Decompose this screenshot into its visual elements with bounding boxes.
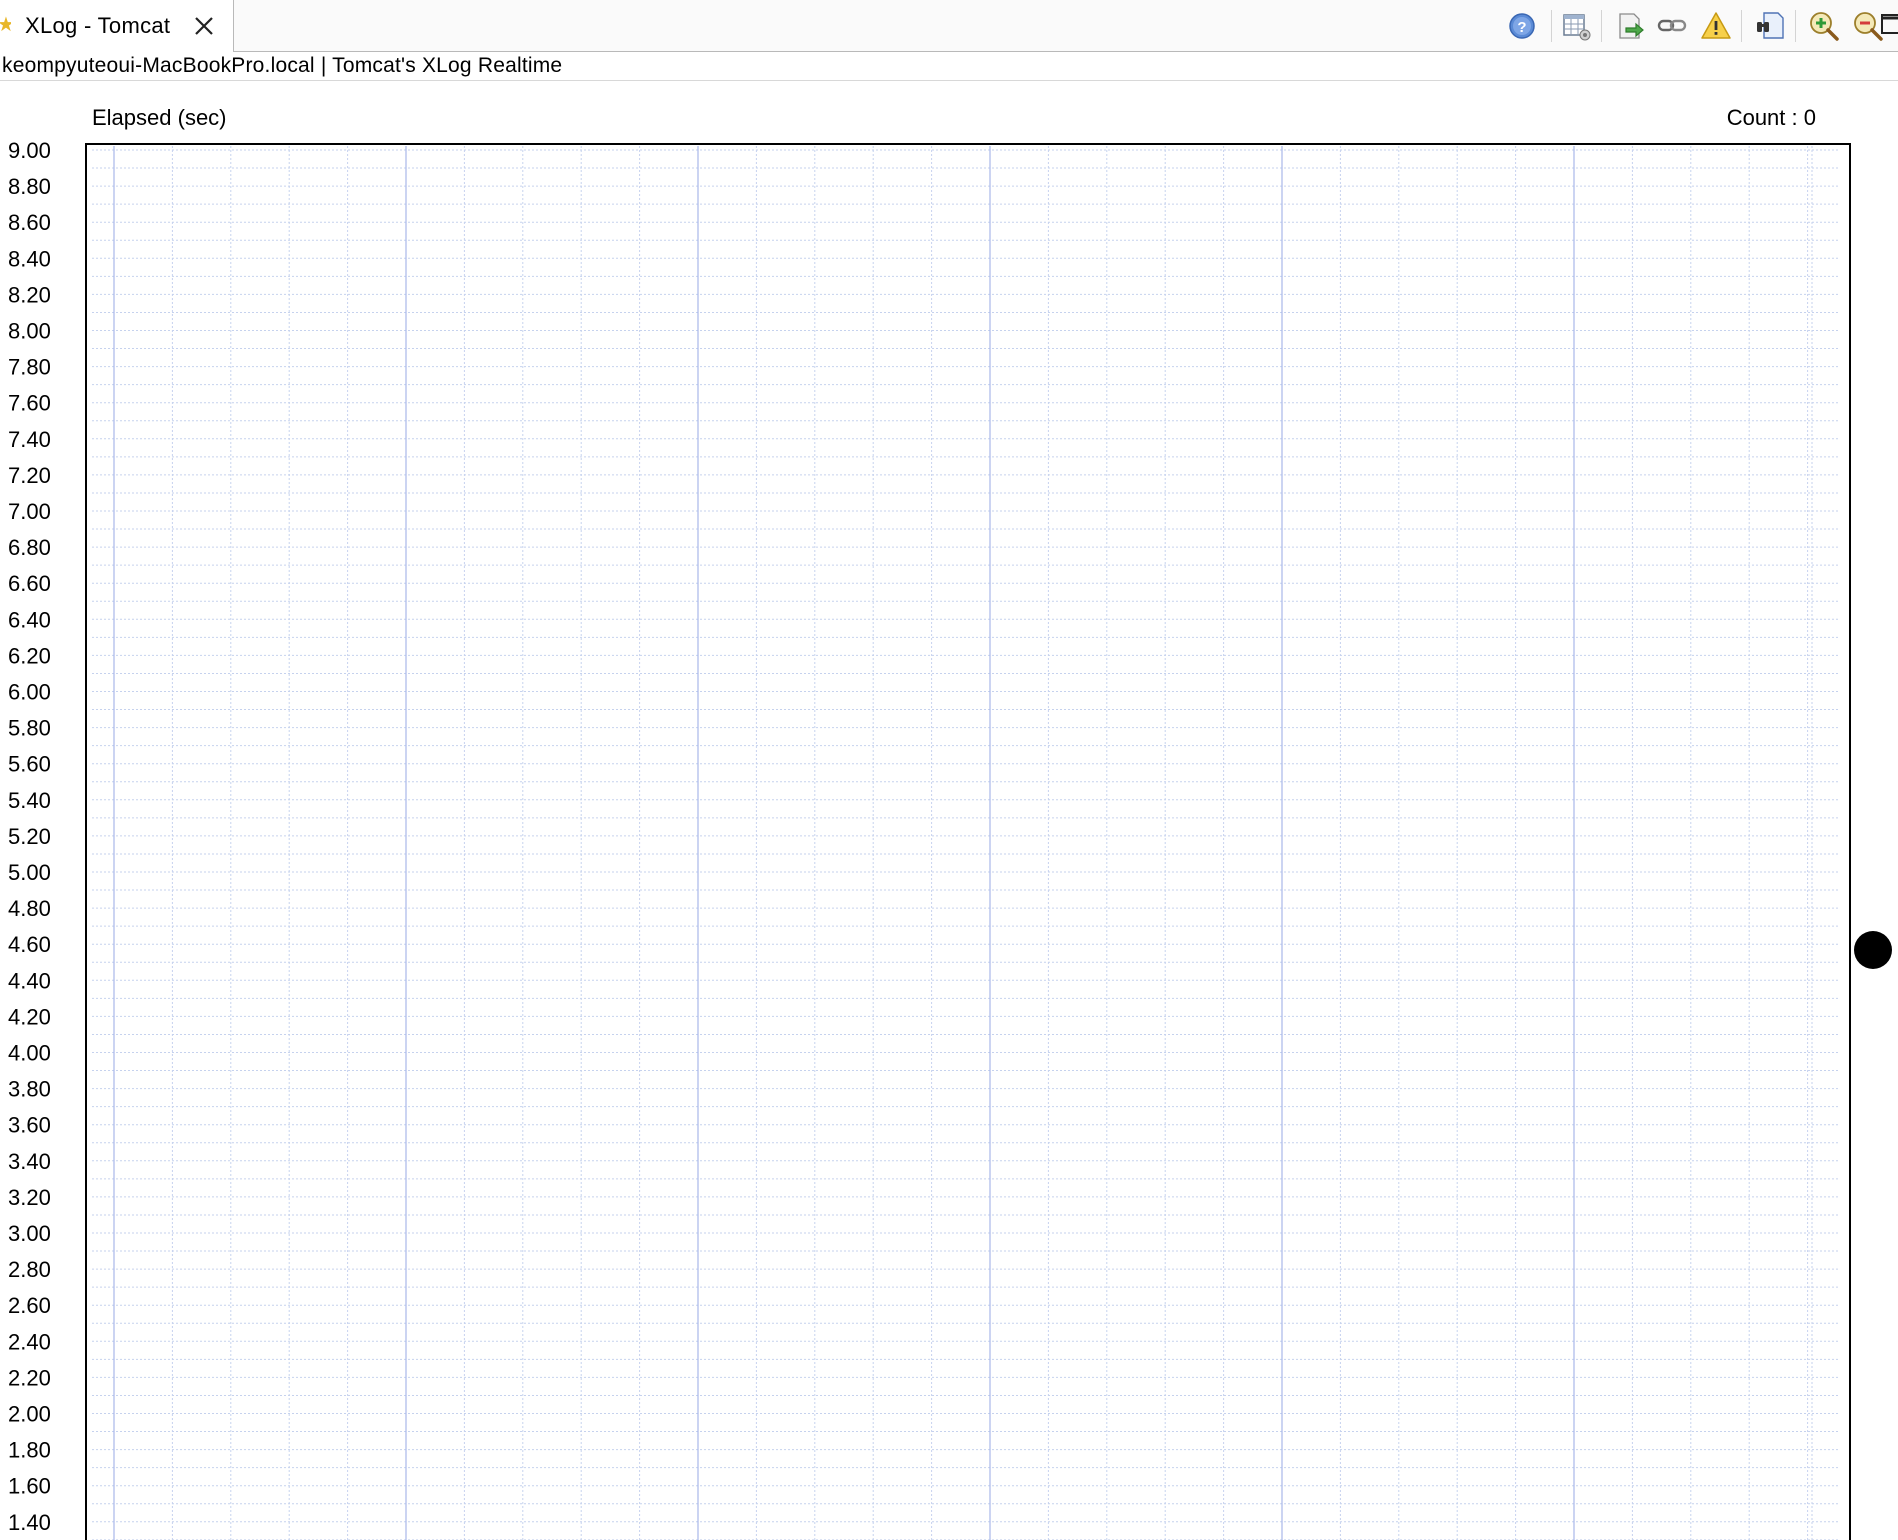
- y-tick-label: 4.60: [8, 932, 51, 957]
- xlog-chart[interactable]: 9.00 8.80 8.60 8.40 8.20 8.00 7.80 7.60 7.40 7.20…: [0, 81, 1898, 1540]
- y-tick-label: 4.80: [8, 896, 51, 921]
- y-tick-label: 7.40: [8, 427, 51, 452]
- link-icon[interactable]: [1654, 8, 1690, 44]
- toolbar-separator: [1551, 10, 1552, 42]
- view-description: keompyuteoui-MacBookPro.local | Tomcat's…: [2, 54, 563, 77]
- y-tick-label: 7.20: [8, 463, 51, 488]
- y-axis-label: Elapsed (sec): [92, 105, 227, 130]
- toolbar-separator: [1795, 10, 1796, 42]
- y-tick-label: 6.60: [8, 571, 51, 596]
- toolbar-separator: [1741, 10, 1742, 42]
- y-tick-label: 1.40: [8, 1510, 51, 1535]
- y-tick-label: 2.40: [8, 1329, 51, 1354]
- y-tick-label: 2.20: [8, 1365, 51, 1390]
- star-icon: ★: [0, 14, 11, 36]
- grid-minor-vertical: [113, 146, 1813, 1540]
- y-tick-label: 4.40: [8, 968, 51, 993]
- close-icon[interactable]: [193, 15, 215, 37]
- y-tick-label: 4.00: [8, 1041, 51, 1066]
- y-tick-label: 5.00: [8, 860, 51, 885]
- y-tick-label: 8.40: [8, 246, 51, 271]
- count-readout: Count : 0: [1727, 105, 1816, 131]
- grid-major-vertical: [113, 146, 1575, 1540]
- y-tick-label: 8.00: [8, 319, 51, 344]
- tab-title: XLog - Tomcat: [25, 13, 171, 38]
- y-tick-label: 5.80: [8, 716, 51, 741]
- y-tick-label: 5.20: [8, 824, 51, 849]
- y-tick-label: 8.20: [8, 282, 51, 307]
- view-description-bar: keompyuteoui-MacBookPro.local | Tomcat's…: [0, 52, 1898, 81]
- export-icon[interactable]: [1612, 8, 1648, 44]
- y-tick-label: 3.20: [8, 1185, 51, 1210]
- find-icon[interactable]: [1752, 8, 1788, 44]
- y-tick-label: 2.60: [8, 1293, 51, 1318]
- y-tick-label: 6.40: [8, 607, 51, 632]
- tab-bar: ★ XLog - Tomcat ?: [0, 0, 1898, 52]
- grid-minor-horizontal: [92, 149, 1838, 1540]
- toolbar-separator: [1601, 10, 1602, 42]
- svg-text:?: ?: [1517, 19, 1526, 36]
- y-tick-label: 1.60: [8, 1474, 51, 1499]
- warning-icon[interactable]: [1698, 8, 1734, 44]
- y-tick-label: 1.80: [8, 1438, 51, 1463]
- scroll-handle[interactable]: [1854, 931, 1892, 969]
- y-tick-label: 3.80: [8, 1077, 51, 1102]
- y-tick-label: 7.00: [8, 499, 51, 524]
- y-tick-label: 6.20: [8, 643, 51, 668]
- y-tick-label: 5.60: [8, 752, 51, 777]
- xlog-view: ★ XLog - Tomcat ? keompyuteoui-MacBookPr…: [0, 0, 1898, 1540]
- help-icon[interactable]: ?: [1504, 8, 1540, 44]
- y-axis-ticks: 9.00 8.80 8.60 8.40 8.20 8.00 7.80 7.60 7.40 7.20…: [8, 138, 51, 1535]
- zoom-in-icon[interactable]: [1806, 8, 1842, 44]
- tab-xlog-tomcat[interactable]: ★ XLog - Tomcat: [0, 0, 234, 52]
- table-view-icon[interactable]: [1558, 8, 1594, 44]
- y-tick-label: 4.20: [8, 1004, 51, 1029]
- y-tick-label: 2.80: [8, 1257, 51, 1282]
- y-tick-label: 7.80: [8, 355, 51, 380]
- plot-border: [85, 143, 1851, 1540]
- y-tick-label: 5.40: [8, 788, 51, 813]
- maximize-icon[interactable]: [1876, 6, 1898, 42]
- count-value: 0: [1803, 105, 1816, 130]
- scatter-plot[interactable]: 9.00 8.80 8.60 8.40 8.20 8.00 7.80 7.60 7.40 7.20…: [0, 81, 1898, 1540]
- y-tick-label: 8.60: [8, 210, 51, 235]
- y-tick-label: 9.00: [8, 138, 51, 163]
- y-tick-label: 3.60: [8, 1113, 51, 1138]
- y-tick-label: 7.60: [8, 391, 51, 416]
- y-tick-label: 3.00: [8, 1221, 51, 1246]
- y-tick-label: 6.00: [8, 680, 51, 705]
- count-label: Count :: [1726, 105, 1804, 130]
- y-tick-label: 3.40: [8, 1149, 51, 1174]
- y-tick-label: 6.80: [8, 535, 51, 560]
- y-tick-label: 2.00: [8, 1402, 51, 1427]
- y-tick-label: 8.80: [8, 174, 51, 199]
